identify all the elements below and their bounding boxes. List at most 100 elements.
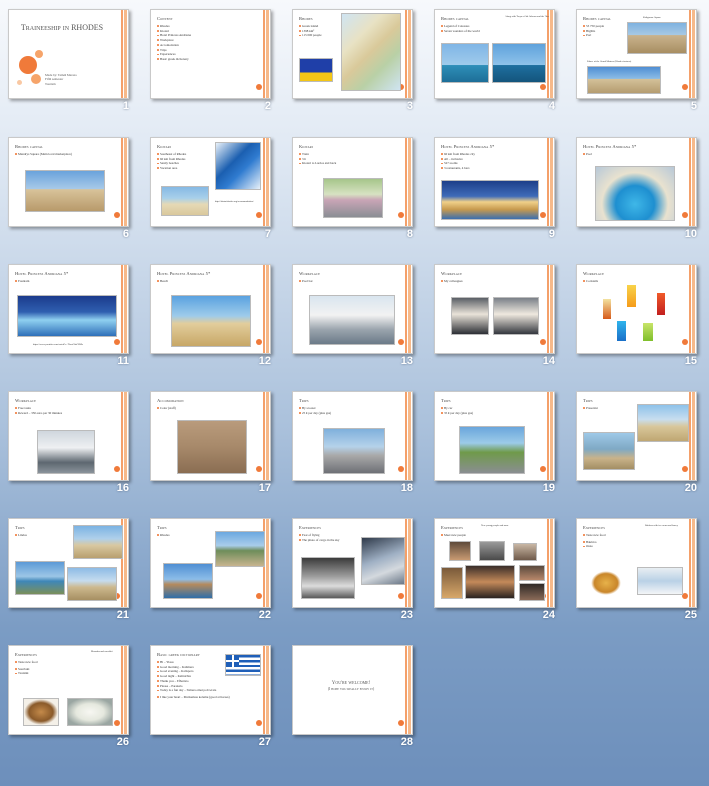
slide-thumbnail-8[interactable]: Kiotari Train 3 € Kiotari to Lardos and … xyxy=(284,128,427,255)
people-photo xyxy=(519,583,545,601)
slide-24[interactable]: Experiences New young people and more Me… xyxy=(434,518,555,608)
slide-thumbnail-4[interactable]: Rhodes capital Along with Troya of 5th A… xyxy=(426,0,569,127)
bullet-list: Rhodes Kiotari Hotel Princess Andriana W… xyxy=(157,24,227,62)
slide-title: Trips xyxy=(583,398,593,403)
slide-note: Mousaka and souvlaki xyxy=(91,650,113,653)
slide-25[interactable]: Experiences Baklava with ice cream and h… xyxy=(576,518,697,608)
tzatziki-image xyxy=(67,698,113,726)
slide-thumbnail-5[interactable]: Rhodes capital Kaligonare Square 53 750 … xyxy=(568,0,709,127)
slide-thumbnail-9[interactable]: Hotel Princess Andriana 5* 60 km from Rh… xyxy=(426,128,569,255)
slide-thumbnail-25[interactable]: Experiences Baklava with ice cream and h… xyxy=(568,509,709,636)
slide-8[interactable]: Kiotari Train 3 € Kiotari to Lardos and … xyxy=(292,137,413,227)
slide-17[interactable]: Accomodation Color (staff) xyxy=(150,391,271,481)
slide-11[interactable]: Hotel Princess Andriana 5* Fountain http… xyxy=(8,264,129,354)
slide-thumbnail-16[interactable]: Workplace Free tasks Reward – 350 euro p… xyxy=(0,382,143,509)
slide-thumbnail-18[interactable]: Trips By scooter 25 € per day (plus gas)… xyxy=(284,382,427,509)
slide-accent-bar xyxy=(266,392,269,480)
slide-22[interactable]: Trips Rhodes xyxy=(150,518,271,608)
palace-image xyxy=(587,66,661,94)
slide-note: https://www.youtube.com/watch?v=ThcnG0nO… xyxy=(33,343,83,346)
slide-6[interactable]: Rhodes capital Mandrys Square (Main loca… xyxy=(8,137,129,227)
slide-14[interactable]: Workplace My colleagues xyxy=(434,264,555,354)
slide-3[interactable]: Rhodes Greek island 1398 km² 115 000 peo… xyxy=(292,9,413,99)
slide-thumbnail-23[interactable]: Experiences Fear of flying The photo of … xyxy=(284,509,427,636)
slide-thumbnail-3[interactable]: Rhodes Greek island 1398 km² 115 000 peo… xyxy=(284,0,427,127)
slide-13[interactable]: Workplace Pool bar xyxy=(292,264,413,354)
slide-title: Workplace xyxy=(299,271,321,276)
slide-20[interactable]: Trips Prasonisi xyxy=(576,391,697,481)
slide-16[interactable]: Workplace Free tasks Reward – 350 euro p… xyxy=(8,391,129,481)
colossus-image xyxy=(441,43,489,83)
slide-7[interactable]: Kiotari Southeast of Rhodes 60 km from R… xyxy=(150,137,271,227)
bullet-list: Mandrys Square (Main local marketplace) xyxy=(15,152,120,157)
slide-accent-bar xyxy=(408,646,411,734)
slide-thumbnail-19[interactable]: Trips By car 35 € per day (plus gas) 19 xyxy=(426,382,569,509)
slide-18[interactable]: Trips By scooter 25 € per day (plus gas) xyxy=(292,391,413,481)
slide-thumbnail-15[interactable]: Workplace Cocktails 15 xyxy=(568,255,709,382)
slide-thumbnail-7[interactable]: Kiotari Southeast of Rhodes 60 km from R… xyxy=(142,128,285,255)
bullet-list: 60 km from Rhodes city All – inclusive 5… xyxy=(441,152,511,171)
slide-thumbnail-6[interactable]: Rhodes capital Mandrys Square (Main loca… xyxy=(0,128,143,255)
slide-accent-bar xyxy=(408,519,411,607)
slide-note: Along with Troya of 5th Athenas and the … xyxy=(505,15,549,18)
slide-15[interactable]: Workplace Cocktails xyxy=(576,264,697,354)
rhodes-map-image xyxy=(341,13,401,91)
slide-accent-bar xyxy=(408,138,411,226)
bullet-item: Kiotari to Lardos and back xyxy=(299,161,369,166)
slide-thumbnail-11[interactable]: Hotel Princess Andriana 5* Fountain http… xyxy=(0,255,143,382)
colleagues-image-2 xyxy=(493,297,539,335)
slide-note: Baklava with ice cream and honey xyxy=(645,524,678,527)
slide-thumbnail-2[interactable]: Content Rhodes Kiotari Hotel Princess An… xyxy=(142,0,285,127)
slide-2[interactable]: Content Rhodes Kiotari Hotel Princess An… xyxy=(150,9,271,99)
slide-title: Hotel Princess Andriana 5* xyxy=(157,271,211,276)
cocktail-icon xyxy=(643,323,653,341)
slide-thumbnail-17[interactable]: Accomodation Color (staff) 17 xyxy=(142,382,285,509)
slide-thumbnail-27[interactable]: Basic greek dictionary Hi – Yiasu Good m… xyxy=(142,636,285,763)
people-photo xyxy=(479,541,505,561)
slide-thumbnail-22[interactable]: Trips Rhodes 22 xyxy=(142,509,285,636)
slide-thumbnail-12[interactable]: Hotel Princess Andriana 5* Beach 12 xyxy=(142,255,285,382)
slide-title: Rhodes capital xyxy=(583,16,612,21)
bullet-item: 3 restaurants, 4 bars xyxy=(441,166,511,171)
slide-dot xyxy=(682,466,688,472)
bullet-list: Fountain xyxy=(15,279,85,284)
prasonisi-image-1 xyxy=(637,404,689,442)
slide-27[interactable]: Basic greek dictionary Hi – Yiasu Good m… xyxy=(150,645,271,735)
slide-dot xyxy=(540,84,546,90)
slide-thumbnail-26[interactable]: Experiences Mousaka and souvlaki Taste n… xyxy=(0,636,143,763)
bullet-list: Hi – Yiasu Good morning – Kalimera Good … xyxy=(157,660,262,700)
slide-thumbnail-14[interactable]: Workplace My colleagues 14 xyxy=(426,255,569,382)
slide-accent-bar xyxy=(408,392,411,480)
slide-title: Trips xyxy=(299,398,309,403)
slide-28[interactable]: You're welcome! (I hope you really enjoy… xyxy=(292,645,413,735)
bullet-item: 25 € per day (plus gas) xyxy=(299,411,369,416)
people-photo xyxy=(449,541,471,561)
slide-dot xyxy=(540,339,546,345)
slide-23[interactable]: Experiences Fear of flying The photo of … xyxy=(292,518,413,608)
slide-thumbnail-28[interactable]: You're welcome! (I hope you really enjoy… xyxy=(284,636,427,763)
slide-accent-bar xyxy=(266,138,269,226)
slide-thumbnail-21[interactable]: Trips Lindos 21 xyxy=(0,509,143,636)
slide-title: Workplace xyxy=(441,271,463,276)
slide-title: Accomodation xyxy=(157,398,184,403)
slide-1[interactable]: Traineeship in RHODES Made by: Tamáš Mar… xyxy=(8,9,129,99)
slide-12[interactable]: Hotel Princess Andriana 5* Beach xyxy=(150,264,271,354)
slide-19[interactable]: Trips By car 35 € per day (plus gas) xyxy=(434,391,555,481)
slide-thumbnail-1[interactable]: Traineeship in RHODES Made by: Tamáš Mar… xyxy=(0,0,143,127)
slide-thumbnail-13[interactable]: Workplace Pool bar 13 xyxy=(284,255,427,382)
slide-dot xyxy=(682,339,688,345)
slide-number: 18 xyxy=(400,482,413,494)
slide-accent-bar xyxy=(121,138,123,226)
slide-thumbnail-10[interactable]: Hotel Princess Andriana 5* Pool 10 xyxy=(568,128,709,255)
slide-thumbnail-20[interactable]: Trips Prasonisi 20 xyxy=(568,382,709,509)
rhodes-flag-image xyxy=(299,58,333,82)
slide-thumbnail-24[interactable]: Experiences New young people and more Me… xyxy=(426,509,569,636)
slide-26[interactable]: Experiences Mousaka and souvlaki Taste n… xyxy=(8,645,129,735)
slide-9[interactable]: Hotel Princess Andriana 5* 60 km from Rh… xyxy=(434,137,555,227)
bullet-item: Tzatziki xyxy=(15,671,85,676)
decor-circle xyxy=(35,50,43,58)
slide-5[interactable]: Rhodes capital Kaligonare Square 53 750 … xyxy=(576,9,697,99)
slide-4[interactable]: Rhodes capital Along with Troya of 5th A… xyxy=(434,9,555,99)
slide-21[interactable]: Trips Lindos xyxy=(8,518,129,608)
slide-10[interactable]: Hotel Princess Andriana 5* Pool xyxy=(576,137,697,227)
